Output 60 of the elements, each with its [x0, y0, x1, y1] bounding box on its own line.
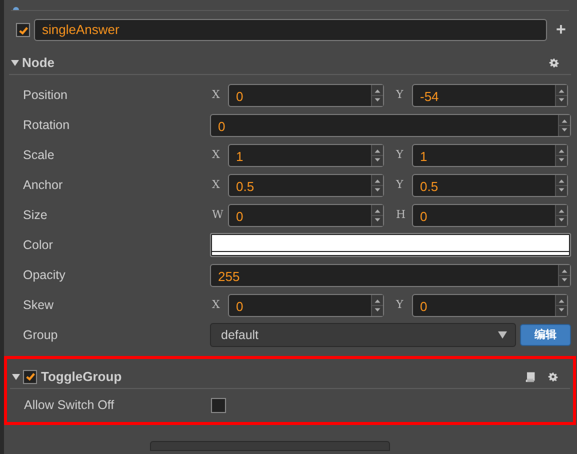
number-field[interactable]: 255: [210, 264, 571, 286]
property-label: Size: [22, 206, 48, 224]
spinner-icon[interactable]: [555, 84, 567, 106]
add-button[interactable]: +: [551, 20, 571, 40]
axis-label: Y: [396, 176, 404, 193]
property-label: Scale: [22, 146, 56, 164]
book-icon[interactable]: [525, 372, 535, 382]
section-title: Node: [22, 54, 56, 72]
axis-label: X: [212, 86, 221, 103]
number-field[interactable]: 0: [228, 204, 384, 226]
number-field[interactable]: 0: [228, 84, 384, 106]
axis-label: X: [212, 176, 221, 193]
number-field[interactable]: 1: [412, 144, 568, 166]
number-field[interactable]: 0: [210, 114, 571, 136]
spinner-icon[interactable]: [371, 144, 383, 166]
spinner-icon[interactable]: [558, 114, 570, 136]
property-checkbox[interactable]: [211, 398, 226, 412]
number-field[interactable]: 0.5: [228, 174, 384, 196]
caret-icon: [498, 331, 507, 339]
name-field[interactable]: singleAnswer: [34, 19, 547, 41]
property-label: Anchor: [22, 176, 64, 194]
section-title: ToggleGroup: [41, 368, 123, 386]
axis-label: W: [212, 206, 224, 223]
property-label: Opacity: [22, 266, 66, 284]
axis-label: Y: [396, 146, 404, 163]
edit-button[interactable]: 编辑: [520, 324, 571, 346]
spinner-icon[interactable]: [371, 174, 383, 196]
axis-label: Y: [396, 86, 404, 103]
color-swatch[interactable]: [210, 233, 571, 257]
spinner-icon[interactable]: [371, 204, 383, 226]
axis-label: Y: [396, 296, 404, 313]
property-label: Rotation: [22, 116, 71, 134]
number-field[interactable]: 1: [228, 144, 384, 166]
settings-icon[interactable]: [549, 58, 559, 68]
property-label: Skew: [22, 296, 55, 314]
number-field[interactable]: 0: [412, 204, 568, 226]
group-dropdown[interactable]: default: [210, 323, 516, 347]
settings-icon[interactable]: [548, 372, 558, 382]
axis-label: H: [396, 206, 407, 223]
number-field[interactable]: 0.5: [412, 174, 568, 196]
collapse-arrow-icon[interactable]: [12, 372, 20, 380]
spinner-icon[interactable]: [558, 264, 570, 286]
number-field[interactable]: 0: [228, 294, 384, 316]
axis-label: X: [212, 296, 221, 313]
active-checkbox[interactable]: [16, 23, 30, 37]
spinner-icon[interactable]: [555, 174, 567, 196]
number-field[interactable]: 0: [412, 294, 568, 316]
property-label: Allow Switch Off: [23, 396, 116, 414]
spinner-icon[interactable]: [555, 204, 567, 226]
collapse-arrow-icon[interactable]: [11, 58, 19, 66]
spinner-icon[interactable]: [555, 294, 567, 316]
spinner-icon[interactable]: [371, 294, 383, 316]
property-label: Position: [22, 86, 68, 104]
property-label: Group: [22, 326, 59, 344]
axis-label: X: [212, 146, 221, 163]
enabled-checkbox[interactable]: [23, 370, 37, 384]
number-field[interactable]: -54: [412, 84, 568, 106]
spinner-icon[interactable]: [371, 84, 383, 106]
spinner-icon[interactable]: [555, 144, 567, 166]
property-label: Color: [22, 236, 54, 254]
